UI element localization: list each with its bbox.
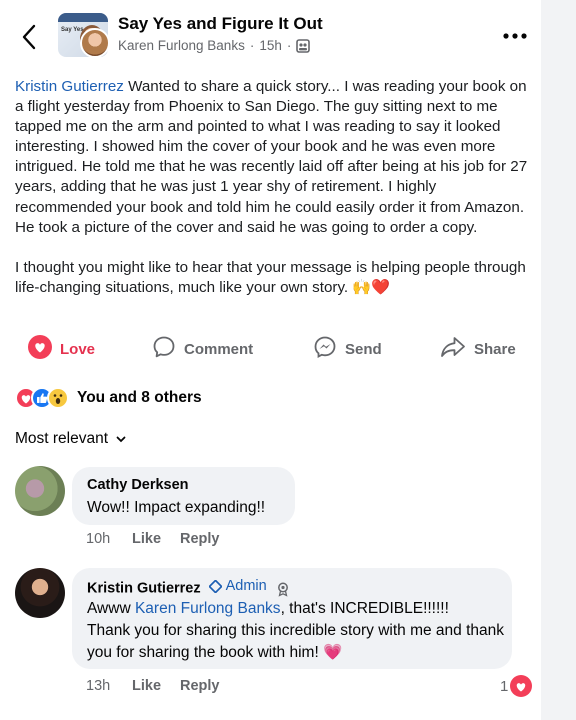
commenter-name-row: Kristin Gutierrez Admin [87,578,291,597]
back-button[interactable] [16,22,42,52]
reaction-count: You and 8 others [77,389,202,406]
commenter-avatar[interactable] [15,466,65,516]
post-actions-bar: Love Comment Send Share [0,330,541,368]
more-horizontal-icon [503,33,527,39]
post-time: 15h [259,38,282,53]
comment-reply-button[interactable]: Reply [180,531,220,547]
comment-button[interactable]: Comment [152,330,253,368]
author-name[interactable]: Karen Furlong Banks [118,38,245,53]
more-options-button[interactable] [500,26,530,46]
comment-time: 10h [86,531,111,547]
post-body: Kristin Gutierrez Wanted to share a quic… [15,77,530,318]
share-icon [440,335,466,363]
love-icon [28,335,52,363]
group-title[interactable]: Say Yes and Figure It Out [118,14,323,34]
commenter-avatar[interactable] [15,568,65,618]
reactions-summary[interactable]: You and 8 others [15,385,202,411]
admin-shield-icon [208,579,222,593]
comment-reaction-count[interactable]: 1 [500,675,533,697]
commenter-name[interactable]: Cathy Derksen [87,477,189,493]
comment-bubble: Kristin Gutierrez Admin Awww Karen Furlon… [72,568,512,669]
post-header: Say Yes Say Yes and Figure It Out Karen … [0,0,541,72]
share-button[interactable]: Share [440,330,516,368]
chevron-down-icon [116,436,126,442]
chevron-left-icon [22,24,36,50]
commenter-name[interactable]: Kristin Gutierrez [87,581,201,597]
group-members-icon [296,38,311,53]
comment-bubble: Cathy Derksen Wow!! Impact expanding!! [72,467,295,525]
comment-like-button[interactable]: Like [132,531,180,547]
wow-reaction-icon [47,387,69,409]
comment-icon [152,335,176,363]
messenger-icon [313,335,337,363]
mention-link[interactable]: Karen Furlong Banks [135,600,281,617]
love-reaction-icon [510,675,533,697]
comment-time: 13h [86,678,111,694]
top-fan-icon [275,581,291,597]
admin-badge: Admin [208,578,267,594]
comment-sort-dropdown[interactable]: Most relevant [15,430,126,448]
comment-reply-button[interactable]: Reply [180,678,220,694]
right-scroll-area [541,0,576,720]
love-button[interactable]: Love [28,330,95,368]
send-button[interactable]: Send [313,330,382,368]
comment-text: Wow!! Impact expanding!! [87,499,266,516]
comment-text: Awww Karen Furlong Banks, that's INCREDI… [87,600,504,661]
mention-link[interactable]: Kristin Gutierrez [15,78,124,95]
comment-meta: 10h Like Reply [86,531,220,547]
post-paragraph-2: I thought you might like to hear that yo… [15,258,526,296]
author-avatar[interactable] [80,28,110,58]
comment-like-button[interactable]: Like [132,678,180,694]
comment-meta: 13h Like Reply [86,678,220,694]
post-paragraph-1: Kristin Gutierrez Wanted to share a quic… [15,78,528,236]
post-meta: Karen Furlong Banks · 15h · [118,38,311,53]
